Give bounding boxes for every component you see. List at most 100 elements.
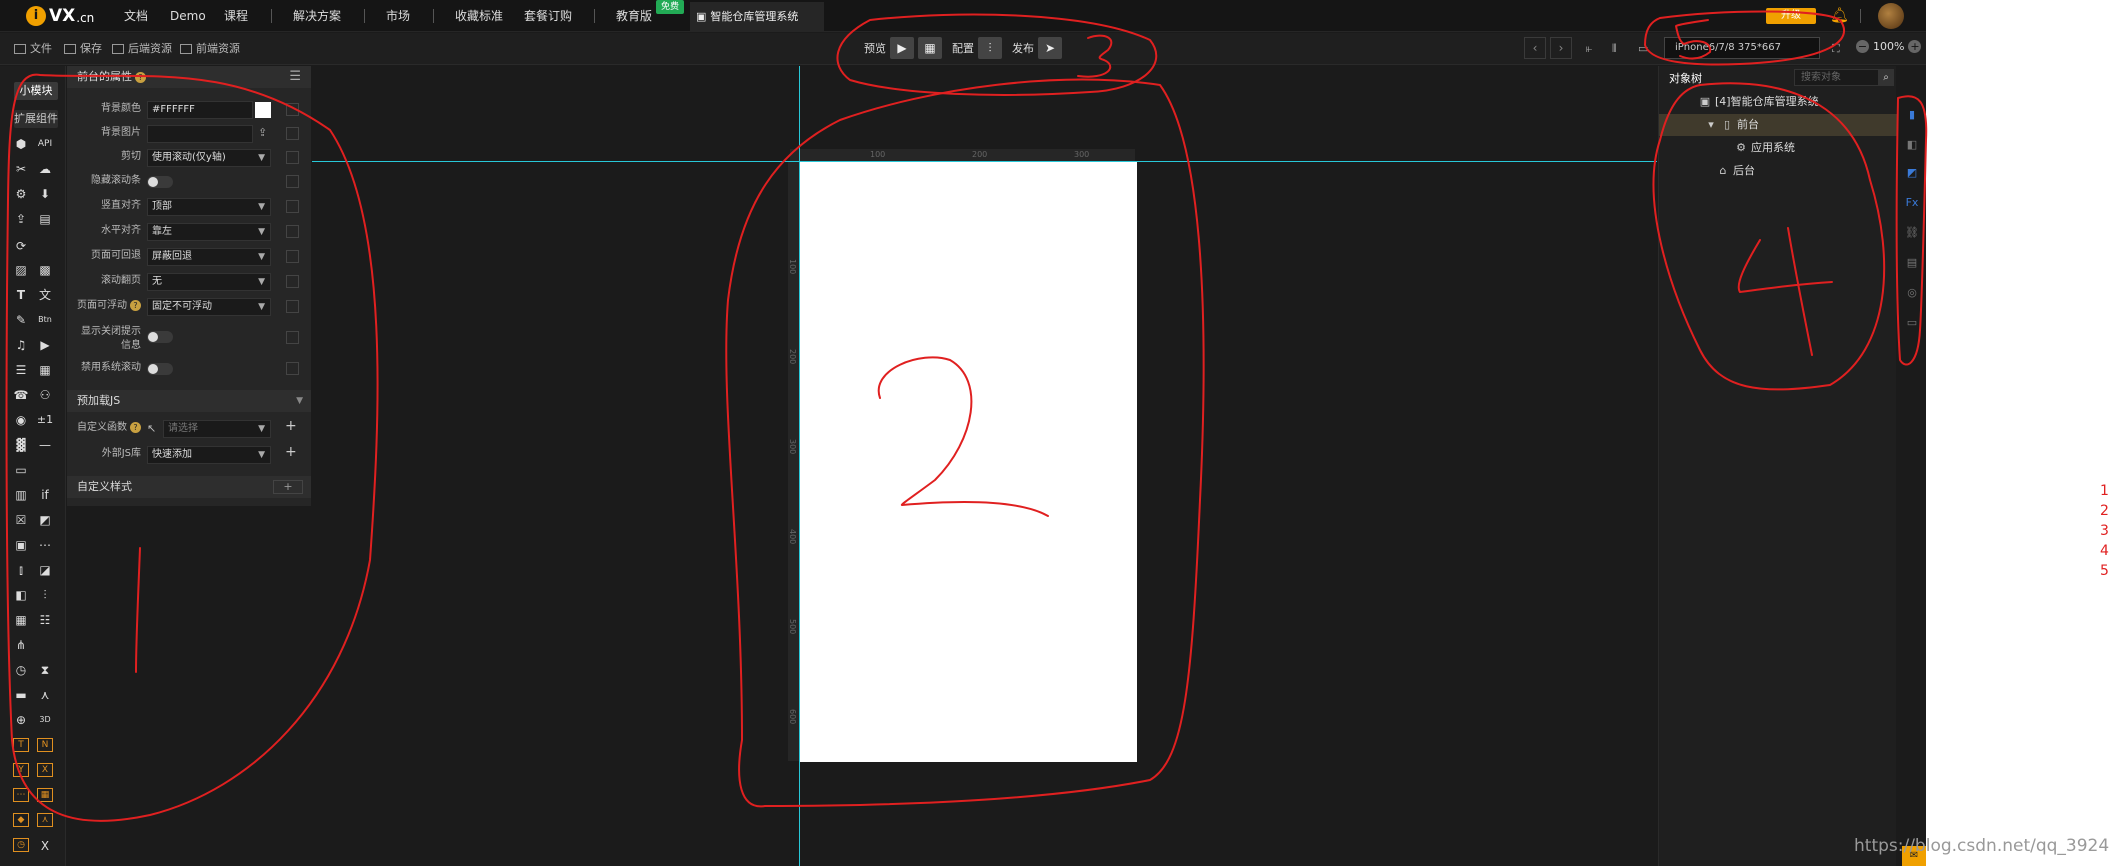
add-function-icon[interactable]: + [285,418,297,434]
number-variable-icon[interactable]: N [37,738,53,752]
custom-style-section[interactable]: 自定义样式 + [67,476,311,498]
text-icon[interactable]: T [12,287,30,303]
horizontal-align-select[interactable]: 靠左 ▼ [147,223,271,241]
qr-preview-button[interactable]: ▦ [918,37,942,59]
nav-collect-standard[interactable]: 收藏标准 [455,0,503,32]
vertical-guide-line[interactable] [799,66,800,866]
3d-icon[interactable]: 3D [36,712,54,728]
text-variable-icon[interactable]: T [13,738,29,752]
music-icon[interactable]: ♫ [12,337,30,353]
tree-list-icon[interactable]: ☷ [36,612,54,628]
add-library-icon[interactable]: + [285,444,297,460]
video-icon[interactable]: ▶ [36,337,54,353]
tree-item-project[interactable]: ▣ [4]智能仓库管理系统 [1659,91,1897,113]
chat-icon[interactable]: ☁ [36,161,54,177]
hide-scrollbar-toggle[interactable] [147,176,173,188]
play-button[interactable]: ▶ [890,37,914,59]
nav-solutions[interactable]: 解决方案 [293,0,341,32]
copy-icon[interactable] [286,250,299,263]
equalizer-icon[interactable]: ⫶ [36,587,54,603]
distribute-icon[interactable]: ⫴ [1612,41,1617,57]
edit-icon[interactable]: ✎ [12,312,30,328]
tree-variable-icon[interactable]: ⋏ [37,813,53,827]
image-icon[interactable]: ▨ [12,262,30,278]
copy-icon[interactable] [286,200,299,213]
nav-education[interactable]: 教育版 [616,0,652,32]
grid-variable-icon[interactable]: ▦ [37,788,53,802]
scissors-icon[interactable]: ✂ [12,161,30,177]
page-float-select[interactable]: 固定不可浮动 ▼ [147,298,271,316]
function-icon[interactable]: Fx [1905,196,1919,210]
qrcode-icon[interactable]: ▓ [12,437,30,453]
toggle-icon[interactable]: ◧ [12,587,30,603]
settings-icon[interactable]: ◎ [1905,286,1919,300]
gear-icon[interactable]: ⚙ [12,186,30,202]
close-hint-toggle[interactable] [147,331,173,343]
pointer-icon[interactable]: ↖ [147,422,156,435]
excel-icon[interactable]: X [36,838,54,854]
upgrade-button[interactable]: 升级 [1766,8,1816,24]
copy-icon[interactable] [286,362,299,375]
hourglass-icon[interactable]: ⧗ [36,662,54,678]
page-back-select[interactable]: 屏蔽回退 ▼ [147,248,271,266]
tab-extensions[interactable]: 扩展组件 [14,110,58,128]
zoom-in-button[interactable]: + [1908,40,1922,53]
divider-icon[interactable]: — [36,437,54,453]
live-icon[interactable]: ▭ [12,462,30,478]
copy-icon[interactable] [286,175,299,188]
chat-icon[interactable]: ◧ [1905,138,1919,152]
add-style-button[interactable]: + [273,480,303,494]
chat-box-icon[interactable]: ◩ [36,512,54,528]
color-input[interactable]: #FFFFFF [147,101,253,119]
send-button[interactable]: ➤ [1038,37,1062,59]
form-icon[interactable]: ▦ [36,362,54,378]
cube-icon[interactable]: ⬢ [12,136,30,152]
share-icon[interactable]: ⚇ [36,387,54,403]
scroll-paging-select[interactable]: 无 ▼ [147,273,271,291]
frontend-resources-button[interactable]: 前端资源 [180,41,240,57]
backend-resources-button[interactable]: 后端资源 [112,41,172,57]
picture-icon[interactable]: ▩ [36,262,54,278]
preload-js-section[interactable]: 预加载JS ▼ [67,390,311,412]
flow-icon[interactable]: ⋔ [12,637,30,653]
counter-icon[interactable]: ±1 [36,412,54,428]
align-icon[interactable]: ⫦ [1586,41,1592,57]
timer-variable-icon[interactable]: ◷ [13,838,29,852]
translate-icon[interactable]: 文 [36,287,54,303]
download-icon[interactable]: ⬇ [36,186,54,202]
slider-icon[interactable]: ⫾ [12,562,30,578]
custom-function-select[interactable]: 请选择 ▼ [163,420,271,438]
copy-icon[interactable] [286,103,299,116]
org-chart-icon[interactable]: ⋏ [36,687,54,703]
tree-item-frontend[interactable]: ▾ ▯ 前台 [1659,114,1897,136]
copy-icon[interactable] [286,151,299,164]
device-select[interactable]: iPhone6/7/8 375*667 [1664,37,1820,59]
bell-icon[interactable]: 🔔︎ [1830,6,1849,24]
sliders-button[interactable]: ⫶ [978,37,1002,59]
phone-page-canvas[interactable] [800,162,1137,762]
redo-button[interactable]: › [1550,37,1572,59]
copy-icon[interactable] [286,275,299,288]
rotate-icon[interactable]: ⟳ [12,238,30,254]
nav-plans[interactable]: 套餐订购 [524,0,572,32]
database-icon[interactable]: ▤ [1905,256,1919,270]
avatar[interactable] [1878,3,1904,29]
copy-icon[interactable] [286,225,299,238]
vx-logo[interactable]: i VX .cn [26,4,94,28]
upload-icon[interactable]: ⇪ [12,211,30,227]
help-icon[interactable]: ? [130,299,141,311]
tree-item-app-system[interactable]: ⚙ 应用系统 [1659,137,1897,159]
search-icon[interactable]: ⌕ [1878,69,1894,86]
menu-icon[interactable]: ☰ [289,66,301,88]
api-icon[interactable]: API [36,136,54,152]
nav-market[interactable]: 市场 [386,0,410,32]
upload-icon[interactable]: ⇪ [258,126,267,139]
help-icon[interactable]: ? [135,71,146,83]
external-js-select[interactable]: 快速添加 ▼ [147,446,271,464]
close-box-icon[interactable]: ☒ [12,512,30,528]
table-icon[interactable]: ▦ [12,612,30,628]
image-input[interactable] [147,125,253,143]
project-tab[interactable]: ▣ 智能仓库管理系统 [690,2,824,32]
save-button[interactable]: 保存 [64,41,102,57]
globe-icon[interactable]: ◉ [12,412,30,428]
